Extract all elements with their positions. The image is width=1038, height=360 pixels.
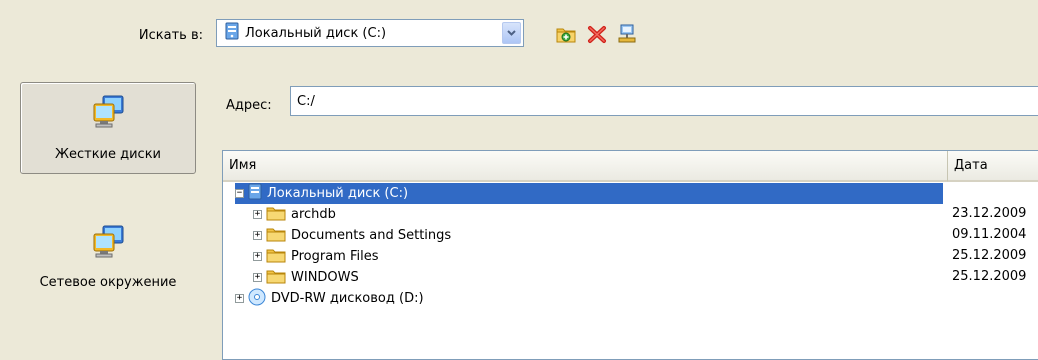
tree-row-label: Documents and Settings [291, 228, 452, 243]
tree-row-label: archdb [291, 207, 336, 222]
tree-row-date: 25.12.2009 [952, 248, 1027, 263]
folder-icon [266, 226, 286, 246]
expand-icon[interactable]: + [253, 231, 262, 240]
expand-icon[interactable]: + [253, 252, 262, 261]
column-header-date[interactable]: Дата [948, 151, 1038, 182]
network-computer-icon [89, 223, 127, 261]
folder-icon [266, 205, 286, 225]
tree-row-date: 25.12.2009 [952, 269, 1027, 284]
place-network[interactable]: Сетевое окружение [20, 212, 196, 304]
address-field[interactable]: C:/ [290, 86, 1038, 116]
place-label: Сетевое окружение [39, 275, 177, 290]
folder-icon [266, 247, 286, 267]
look-in-value: Локальный диск (C:) [245, 25, 387, 41]
look-in-label: Искать в: [138, 28, 203, 43]
expand-icon[interactable]: + [235, 294, 244, 303]
tree-row-folder[interactable]: + archdb [253, 204, 339, 225]
place-hard-drives[interactable]: Жесткие диски [20, 82, 196, 174]
tree-row-date: 09.11.2004 [952, 227, 1027, 242]
tree-row-label: WINDOWS [291, 270, 359, 285]
tree-row-drive-c[interactable]: − Локальный диск (C:) [235, 183, 943, 204]
tree-row-dvd-d[interactable]: + DVD-RW дисковод (D:) [235, 288, 427, 309]
collapse-icon[interactable]: − [235, 189, 244, 198]
expand-icon[interactable]: + [253, 210, 262, 219]
tree-row-folder[interactable]: + WINDOWS [253, 267, 362, 288]
expand-icon[interactable]: + [253, 273, 262, 282]
tree-row-folder[interactable]: + Documents and Settings [253, 225, 454, 246]
tree-row-label: Program Files [291, 249, 379, 264]
tree-row-label: DVD-RW дисковод (D:) [271, 291, 424, 306]
tree-row-label: Локальный диск (C:) [264, 185, 412, 202]
look-in-dropdown[interactable]: Локальный диск (C:) [216, 19, 524, 47]
column-header-name[interactable]: Имя [223, 151, 948, 182]
hard-drive-icon [225, 22, 239, 44]
new-folder-icon[interactable] [555, 23, 577, 45]
chevron-down-icon[interactable] [502, 22, 521, 44]
tree-row-folder[interactable]: + Program Files [253, 246, 382, 267]
map-network-drive-icon[interactable] [616, 23, 638, 45]
computer-icon [89, 93, 127, 131]
place-label: Жесткие диски [54, 147, 162, 162]
folder-icon [266, 268, 286, 288]
dvd-drive-icon [248, 288, 266, 310]
tree-row-date: 23.12.2009 [952, 206, 1027, 221]
delete-icon[interactable] [586, 23, 608, 45]
address-label: Адрес: [226, 98, 272, 113]
file-tree[interactable]: Имя Дата − Локальный диск (C:) + archdb … [222, 150, 1038, 360]
hard-drive-icon [248, 183, 262, 204]
